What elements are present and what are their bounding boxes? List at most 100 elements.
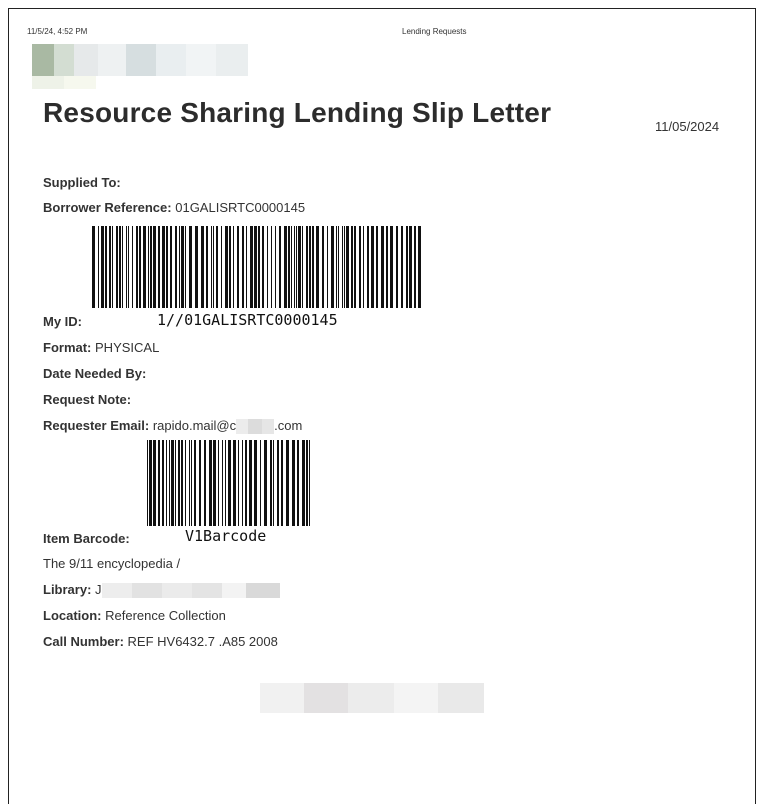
barcode-bar	[119, 226, 121, 308]
barcode-bar	[171, 440, 174, 526]
barcode-bar	[139, 226, 141, 308]
barcode-bar	[92, 226, 95, 308]
redacted-logo	[32, 44, 248, 76]
barcode-bar	[338, 226, 339, 308]
barcode-bar	[277, 440, 279, 526]
barcode-bar	[101, 226, 104, 308]
barcode-bar	[181, 226, 184, 308]
barcode-bar	[153, 226, 156, 308]
barcode-bar	[209, 440, 212, 526]
barcode-bar	[201, 226, 204, 308]
barcode-bar	[414, 226, 416, 308]
barcode-bar	[213, 226, 214, 308]
item-barcode-label: Item Barcode:	[43, 531, 130, 546]
barcode-bar	[316, 226, 319, 308]
barcode-bar	[211, 226, 212, 308]
barcode-bar	[150, 226, 152, 308]
call-number-label: Call Number:	[43, 634, 124, 649]
barcode-bar	[306, 440, 308, 526]
location-label: Location:	[43, 608, 102, 623]
barcode-bar	[390, 226, 393, 308]
barcode-bar	[122, 226, 123, 308]
date-needed-row: Date Needed By:	[43, 366, 146, 381]
barcode-bar	[238, 440, 239, 526]
barcode-bar	[281, 440, 283, 526]
my-id-barcode	[92, 226, 424, 308]
barcode-bar	[199, 440, 201, 526]
location-value: Reference Collection	[105, 608, 226, 623]
barcode-bar	[288, 226, 290, 308]
borrower-reference-label: Borrower Reference:	[43, 200, 172, 215]
my-id-label: My ID:	[43, 314, 82, 329]
barcode-bar	[158, 226, 160, 308]
barcode-bar	[225, 226, 228, 308]
barcode-bar	[162, 440, 164, 526]
barcode-bar	[175, 440, 176, 526]
barcode-bar	[228, 440, 231, 526]
barcode-bar	[216, 226, 218, 308]
barcode-bar	[344, 226, 345, 308]
barcode-bar	[286, 440, 289, 526]
barcode-bar	[363, 226, 364, 308]
barcode-bar	[194, 440, 196, 526]
barcode-bar	[264, 440, 267, 526]
date-needed-label: Date Needed By:	[43, 366, 147, 381]
call-number-value: REF HV6432.7 .A85 2008	[127, 634, 278, 649]
barcode-bar	[354, 226, 356, 308]
barcode-bar	[112, 226, 113, 308]
barcode-bar	[185, 440, 186, 526]
format-value: PHYSICAL	[95, 340, 160, 355]
barcode-bar	[273, 440, 274, 526]
barcode-bar	[181, 440, 183, 526]
barcode-bar	[242, 440, 243, 526]
barcode-bar	[149, 440, 152, 526]
item-barcode-image	[147, 440, 313, 526]
barcode-bar	[260, 440, 261, 526]
barcode-bar	[195, 226, 198, 308]
letter-title: Resource Sharing Lending Slip Letter	[43, 97, 552, 128]
barcode-bar	[336, 226, 337, 308]
barcode-bar	[346, 226, 349, 308]
barcode-bar	[116, 226, 118, 308]
barcode-bar	[322, 226, 324, 308]
request-note-row: Request Note:	[43, 392, 131, 407]
barcode-bar	[185, 226, 186, 308]
barcode-bar	[246, 226, 247, 308]
barcode-bar	[267, 226, 268, 308]
barcode-bar	[306, 226, 308, 308]
barcode-bar	[204, 440, 206, 526]
barcode-bar	[237, 226, 239, 308]
barcode-bar	[191, 440, 192, 526]
barcode-bar	[381, 226, 384, 308]
redacted-email-domain	[236, 419, 275, 435]
call-number-row: Call Number: REF HV6432.7 .A85 2008	[43, 634, 278, 649]
barcode-bar	[250, 226, 253, 308]
my-id-row: My ID:	[43, 314, 82, 329]
barcode-bar	[294, 226, 295, 308]
barcode-bar	[136, 226, 138, 308]
barcode-bar	[359, 226, 361, 308]
barcode-bar	[189, 440, 190, 526]
barcode-bar	[218, 440, 219, 526]
requester-email-suffix: .com	[274, 418, 303, 433]
barcode-bar	[279, 226, 281, 308]
item-barcode-text: V1Barcode	[185, 527, 267, 545]
barcode-bar	[213, 440, 216, 526]
barcode-bar	[162, 226, 165, 308]
barcode-bar	[351, 226, 353, 308]
location-row: Location: Reference Collection	[43, 608, 226, 623]
my-id-barcode-text: 1//01GALISRTC0000145	[157, 311, 338, 329]
barcode-bar	[254, 440, 257, 526]
barcode-bar	[206, 226, 208, 308]
barcode-bar	[302, 226, 303, 308]
barcode-bar	[147, 440, 148, 526]
barcode-bar	[262, 226, 264, 308]
barcode-bar	[367, 226, 369, 308]
barcode-bar	[153, 440, 156, 526]
barcode-bar	[327, 226, 328, 308]
barcode-bar	[222, 440, 223, 526]
redacted-logo-lower	[32, 76, 96, 89]
format-label: Format:	[43, 340, 92, 355]
barcode-bar	[166, 226, 168, 308]
requester-email-row: Requester Email: rapido.mail@c .com	[43, 418, 303, 435]
